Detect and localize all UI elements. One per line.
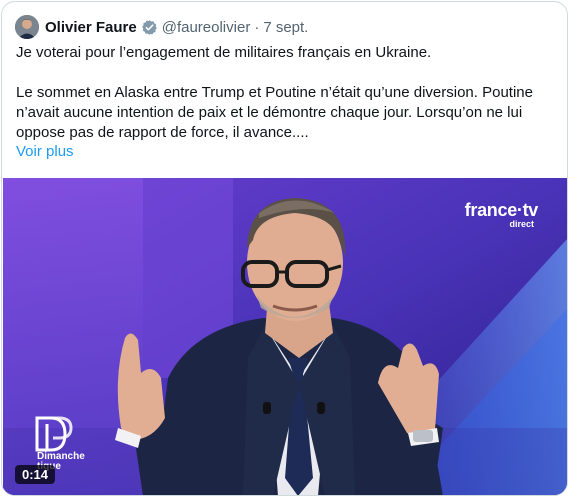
tweet-header: Olivier Faure @faureolivier · 7 sept. (15, 12, 308, 42)
author-handle[interactable]: @faureolivier (162, 19, 251, 36)
author-name[interactable]: Olivier Faure (45, 19, 137, 36)
tweet-text: Je voterai pour l’engagement de militair… (16, 43, 556, 143)
tweet-paragraph-1: Je voterai pour l’engagement de militair… (16, 44, 432, 61)
channel-logo: france·tv direct (464, 200, 539, 229)
tweet-card[interactable]: Olivier Faure @faureolivier · 7 sept. Je… (1, 1, 568, 496)
video-timestamp: 0:14 (15, 465, 56, 484)
show-more-link[interactable]: Voir plus (16, 143, 74, 160)
date-separator: · (254, 18, 260, 36)
avatar[interactable] (15, 15, 39, 39)
tweet-paragraph-2: Le sommet en Alaska entre Trump et Pouti… (16, 84, 533, 141)
verified-badge-icon (141, 19, 158, 36)
channel-brand: france·tv (464, 200, 539, 220)
video-player[interactable]: france·tv direct Dimanche tique 0:14 (3, 178, 567, 495)
show-logo-mark-icon (35, 416, 73, 452)
tweet-date[interactable]: 7 sept. (263, 19, 308, 36)
